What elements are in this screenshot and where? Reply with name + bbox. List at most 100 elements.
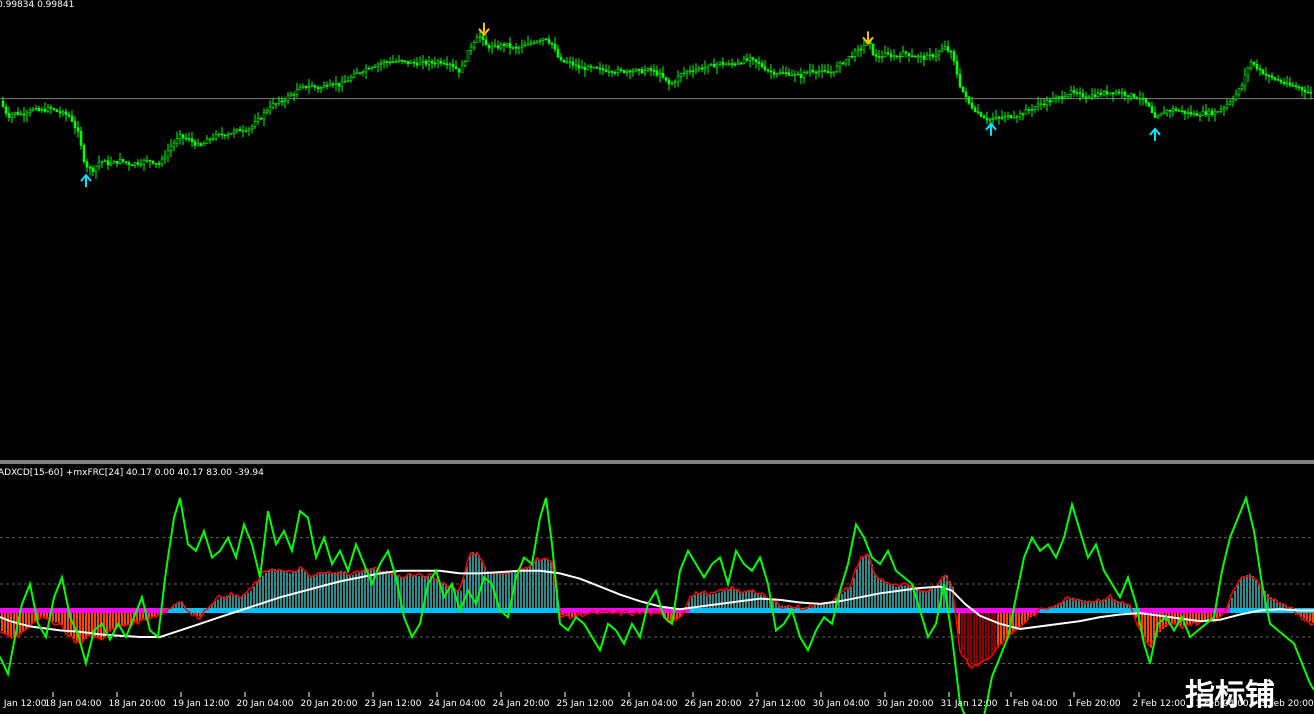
candle [1030, 104, 1034, 117]
candle [118, 152, 122, 165]
candle [592, 66, 596, 69]
histogram-bar [1252, 576, 1254, 611]
histogram-bar [319, 573, 321, 611]
candle-body [598, 67, 602, 70]
candle [766, 68, 770, 74]
candle-body [895, 55, 899, 58]
histogram-bar [1237, 584, 1239, 611]
candle [295, 82, 299, 98]
candle [280, 96, 284, 107]
candle-body [943, 46, 947, 50]
candle [946, 40, 950, 54]
candle-body [1156, 115, 1160, 118]
candle-body [1120, 91, 1124, 94]
indicator-panel[interactable]: ADXCD[15-60] +mxFRC[24] 40.17 0.00 40.17… [0, 468, 1314, 714]
histogram-bar [265, 572, 267, 611]
candle-body [892, 55, 896, 58]
price-panel[interactable]: 0.99834 0.99841 [0, 0, 1314, 188]
candle-body [937, 50, 941, 56]
candle [829, 65, 833, 78]
buy-arrow-icon [80, 173, 92, 188]
candle [1111, 92, 1115, 102]
candle-body [277, 100, 281, 104]
candle [856, 45, 860, 58]
forex-chart[interactable]: 0.99834 0.99841 ADXCD[15-60] +mxFRC[24] … [0, 0, 1314, 714]
candle [1174, 106, 1178, 113]
candle [1303, 85, 1307, 100]
histogram-bar [10, 610, 12, 637]
candle [457, 68, 461, 78]
candle-body [529, 42, 533, 45]
candle [1213, 108, 1217, 122]
candle [340, 75, 344, 92]
candle-body [1045, 100, 1049, 106]
candle [997, 115, 1001, 125]
candle [550, 42, 554, 49]
candle-body [1288, 82, 1292, 86]
candle-body [10, 113, 14, 118]
candle-body [334, 82, 338, 85]
candle [832, 71, 836, 77]
candle [253, 114, 257, 130]
candle [1081, 88, 1085, 99]
candle-body [79, 131, 83, 146]
candle-body [73, 121, 77, 129]
histogram-bar [391, 573, 393, 611]
candle-body [1285, 82, 1289, 85]
candle [55, 108, 59, 113]
candle-body [1129, 93, 1133, 97]
candle-body [157, 163, 161, 165]
histogram-bar [4, 610, 6, 634]
histogram-bar [328, 573, 330, 611]
candles-group [1, 31, 1313, 180]
candle-body [523, 44, 527, 47]
histogram-bar [700, 591, 702, 611]
candle-body [1246, 67, 1250, 76]
candle-body [538, 40, 542, 42]
candle [151, 160, 155, 165]
x-tick-label: 24 Jan 20:00 [493, 699, 550, 709]
candle [40, 106, 44, 114]
x-tick-label: 18 Jan 20:00 [109, 699, 166, 709]
candle [607, 65, 611, 77]
candle-body [1057, 96, 1061, 98]
candle [949, 49, 953, 59]
candle [742, 55, 746, 65]
candle-body [1105, 91, 1109, 95]
candle-body [223, 134, 227, 137]
histogram-bar [403, 576, 405, 611]
candle [94, 165, 98, 180]
candle-body [205, 138, 209, 144]
candle [772, 68, 776, 79]
indicator-levels [0, 537, 1314, 664]
candle-body [568, 61, 572, 64]
candle-body [184, 137, 188, 140]
histogram-bar [433, 577, 435, 611]
candle [262, 108, 266, 127]
candle [1231, 95, 1235, 107]
candle-body [1030, 109, 1034, 111]
histogram-bar [973, 610, 975, 666]
candle [154, 163, 158, 168]
candle [598, 62, 602, 75]
candle-body [442, 62, 446, 65]
candle [646, 67, 650, 72]
candle-body [844, 59, 848, 65]
candle-body [1033, 106, 1037, 110]
candle-body [625, 70, 629, 73]
candle [406, 60, 410, 67]
histogram-bar [352, 574, 354, 611]
candle [673, 79, 677, 88]
histogram-bar [292, 572, 294, 611]
candle-body [67, 114, 71, 117]
candle-body [82, 145, 86, 162]
candle [298, 83, 302, 91]
candle [259, 116, 263, 120]
candle [205, 135, 209, 144]
candle [373, 63, 377, 69]
histogram-bar [889, 583, 891, 611]
candle-body [841, 62, 845, 65]
histogram-bar [928, 589, 930, 611]
candle [157, 160, 161, 169]
candle [1258, 64, 1262, 76]
